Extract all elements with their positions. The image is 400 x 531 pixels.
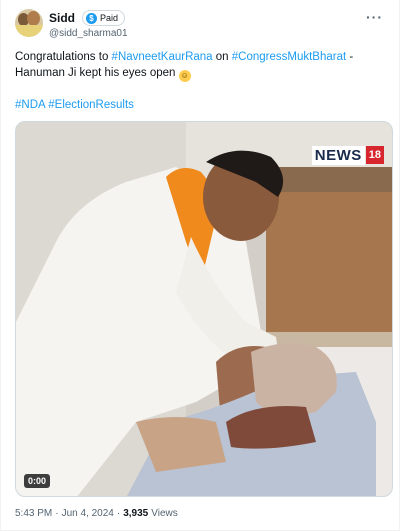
tweet-text-part: Congratulations to [15,51,112,63]
paid-badge: $ Paid [82,10,126,26]
tweet-time[interactable]: 5:43 PM [15,508,52,519]
tweet-date[interactable]: Jun 4, 2024 [62,508,114,519]
video-duration: 0:00 [24,474,51,488]
video-player[interactable]: NEWS 18 0:00 [15,121,393,497]
paid-badge-label: Paid [100,13,119,23]
avatar[interactable] [15,9,43,37]
views-label: Views [151,508,178,519]
logo-text: NEWS [311,145,365,165]
hashtag-link[interactable]: #ElectionResults [48,99,134,111]
more-options-icon[interactable]: ··· [366,9,383,25]
view-count: 3,935 [123,508,149,519]
tweet-footer: 5:43 PM · Jun 4, 2024 · 3,935 Views [15,508,178,519]
hashtag-link[interactable]: #NDA [15,99,45,111]
hashtag-link[interactable]: #CongressMuktBharat [232,51,346,63]
tweet-hashtags: #NDA #ElectionResults [15,97,385,113]
news18-logo: NEWS 18 [311,144,384,166]
tweet-text: Congratulations to #NavneetKaurRana on #… [15,49,385,82]
dollar-badge-icon: $ [86,12,97,24]
tweet-text-part: on [212,51,232,63]
grinning-face-emoji-icon: ☺ [178,70,191,82]
tweet-header: Sidd $ Paid @sidd_sharma01 ··· [15,9,385,45]
logo-number: 18 [365,146,384,164]
author-handle[interactable]: @sidd_sharma01 [49,28,128,39]
video-thumbnail [16,122,392,496]
author-name[interactable]: Sidd [49,11,75,25]
tweet-card: Sidd $ Paid @sidd_sharma01 ··· Congratul… [0,0,400,531]
hashtag-link[interactable]: #NavneetKaurRana [112,51,213,63]
separator: · [116,508,121,519]
separator: · [55,508,59,519]
